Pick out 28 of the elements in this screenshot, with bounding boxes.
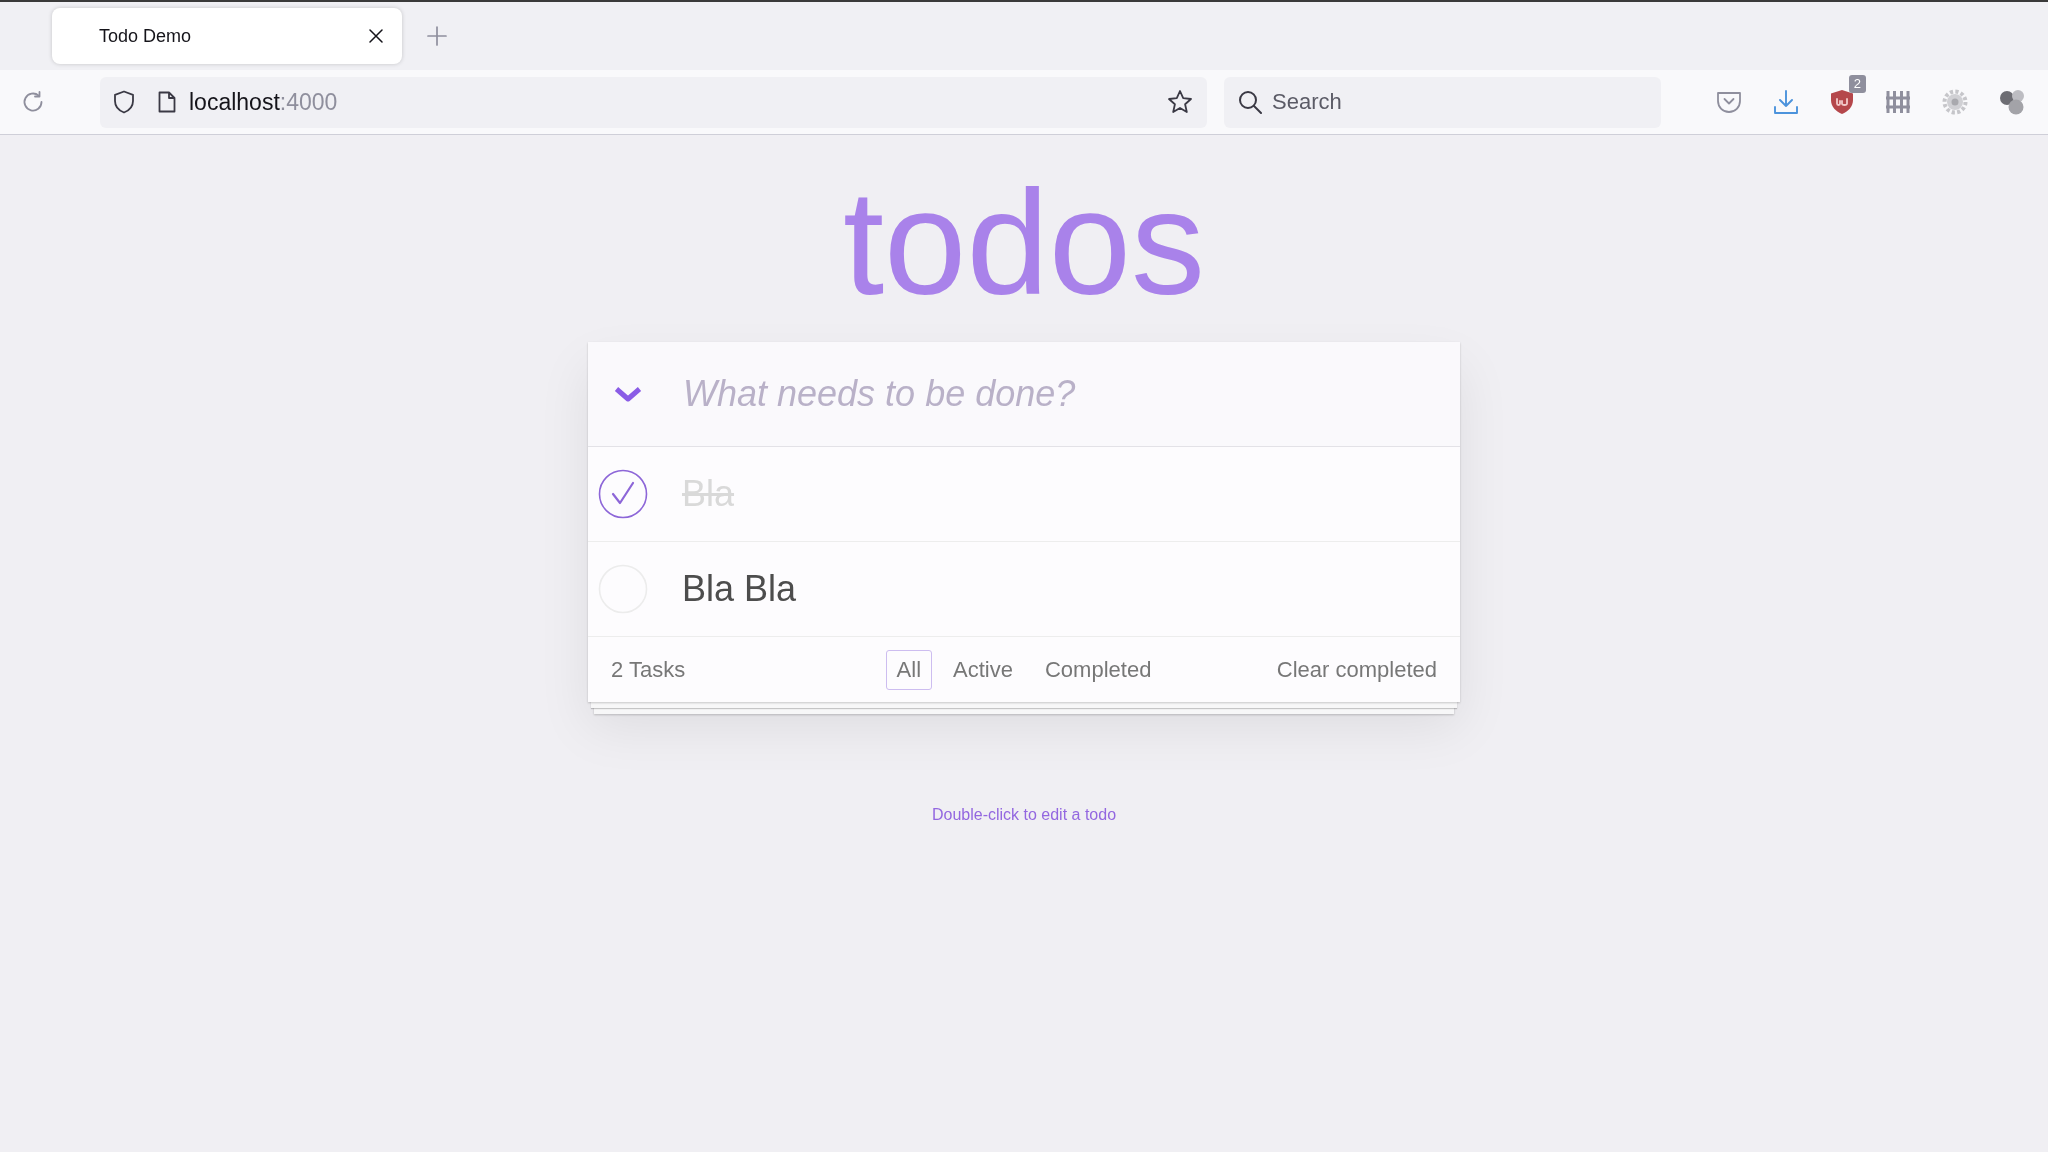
new-todo-field[interactable]: What needs to be done? (683, 364, 1440, 424)
info-text: Double-click to edit a todo (931, 806, 1117, 824)
page-icon[interactable] (158, 91, 176, 113)
pouch-icon[interactable] (1716, 89, 1742, 115)
reload-icon[interactable] (22, 91, 44, 113)
shield-icon[interactable] (1830, 89, 1854, 115)
star-icon[interactable] (1167, 89, 1193, 115)
search-field[interactable]: Search (1224, 76, 1661, 128)
task-count: 2 Tasks (611, 656, 686, 683)
address-field[interactable]: localhost:4000 (100, 76, 1207, 128)
app-title: todos (842, 168, 1206, 318)
filter-link[interactable]: Completed (1034, 649, 1163, 690)
browser-tab[interactable]: Todo Demo (52, 8, 402, 64)
count-badge: 2 (1848, 75, 1866, 93)
shield-icon[interactable] (113, 90, 135, 114)
clear-completed-button[interactable]: Clear completed (1276, 656, 1437, 683)
chevron-down-icon[interactable] (614, 385, 642, 403)
download-icon[interactable] (1773, 89, 1799, 115)
gear-icon[interactable] (1942, 89, 1968, 115)
plus-icon[interactable] (427, 26, 447, 46)
todo-checkbox[interactable] (598, 469, 648, 519)
fence-icon[interactable] (1885, 89, 1911, 115)
close-icon[interactable] (369, 29, 383, 43)
filter-link[interactable]: Active (942, 649, 1024, 690)
todo-text: Bla Bla (682, 568, 797, 610)
search-icon (1238, 89, 1262, 114)
filter-link[interactable]: All (885, 649, 933, 690)
spheres-icon[interactable] (1999, 89, 2025, 115)
